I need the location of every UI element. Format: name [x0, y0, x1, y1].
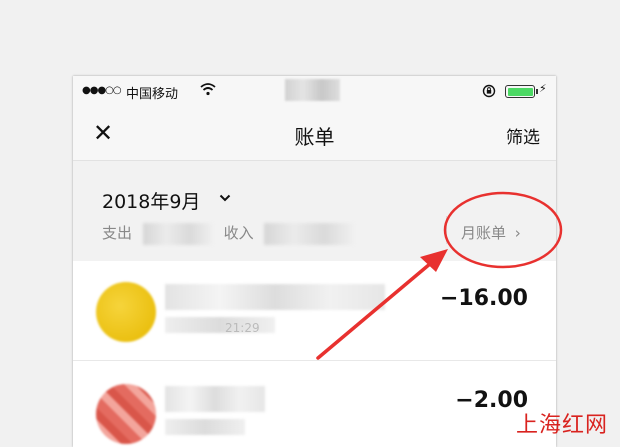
watermark: 上海红网	[515, 413, 608, 438]
time-blurred	[285, 79, 340, 101]
record-amount: −16.00	[439, 286, 528, 311]
carrier-name: 中国移动	[126, 87, 179, 102]
record-time: 21:29	[225, 321, 260, 335]
monthly-bill-label: 月账单	[461, 224, 507, 242]
charging-icon: ⚡	[539, 82, 547, 95]
avatar	[96, 384, 156, 444]
filter-button[interactable]: 筛选	[506, 123, 540, 148]
list-item[interactable]: 21:29 −16.00	[73, 261, 556, 361]
income-amount-blurred	[264, 222, 355, 245]
month-header: 2018年9月 支出 收入 月账单 ›	[73, 161, 556, 261]
month-selector[interactable]: 2018年9月	[102, 187, 200, 214]
phone-screen: ●●●○○ 中国移动 ⚡ ✕ 账单 筛选 2018年9月 支出 收入 月账单 ›…	[73, 76, 556, 447]
month-summary: 支出 收入	[102, 222, 355, 245]
divider	[446, 216, 447, 244]
wifi-icon	[200, 83, 216, 96]
list-item[interactable]: −2.00	[73, 363, 556, 447]
avatar	[96, 282, 156, 342]
battery-icon	[505, 85, 538, 98]
subtitle-blurred	[165, 419, 245, 435]
chevron-right-icon: ›	[514, 224, 521, 242]
navigation-bar: ✕ 账单 筛选	[73, 106, 556, 161]
page-title: 账单	[294, 125, 335, 149]
rotation-lock-icon	[482, 84, 496, 98]
monthly-bill-link[interactable]: 月账单 ›	[461, 222, 521, 243]
expense-label: 支出	[102, 224, 133, 242]
chevron-down-icon[interactable]	[219, 192, 231, 204]
income-label: 收入	[223, 224, 254, 242]
merchant-name-blurred	[165, 284, 385, 310]
signal-strength-icon: ●●●○○	[82, 85, 122, 96]
status-bar: ●●●○○ 中国移动 ⚡	[73, 76, 556, 106]
merchant-name-blurred	[165, 386, 265, 412]
expense-amount-blurred	[142, 222, 213, 245]
